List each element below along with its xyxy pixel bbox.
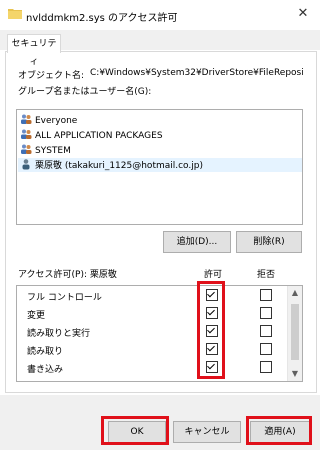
permission-name: 読み取りと実行 [27, 329, 91, 339]
scroll-up-icon[interactable]: ▲ [288, 286, 302, 300]
apply-highlight [246, 416, 312, 445]
add-button[interactable]: 追加(D)... [163, 231, 231, 253]
scroll-thumb[interactable] [291, 304, 299, 360]
principal-name: ALL APPLICATION PACKAGES [35, 131, 163, 141]
allow-column-highlight [197, 281, 225, 379]
window-title: nvlddmkm2.sys のアクセス許可 [26, 13, 178, 24]
folder-icon [8, 9, 22, 19]
permission-name: 書き込み [27, 365, 64, 375]
principal-name: SYSTEM [35, 146, 71, 156]
remove-button[interactable]: 削除(R) [236, 231, 302, 253]
list-item-selected[interactable]: 栗原敬 (takakuri_1125@hotmail.co.jp) [18, 158, 302, 172]
permission-row: 変更 [17, 304, 287, 322]
principal-name: 栗原敬 (takakuri_1125@hotmail.co.jp) [35, 161, 203, 171]
list-item[interactable]: ALL APPLICATION PACKAGES [20, 128, 163, 142]
principal-name: Everyone [35, 116, 78, 126]
group-icon [21, 114, 32, 124]
deny-checkbox[interactable] [260, 361, 272, 373]
ok-highlight [101, 416, 169, 445]
permission-name: 読み取り [27, 347, 64, 357]
permission-row: 読み取り [17, 340, 287, 358]
user-icon [22, 159, 30, 170]
list-item[interactable]: SYSTEM [20, 143, 71, 157]
principals-list[interactable]: Everyone ALL APPLICATION PACKAGES SYSTEM… [16, 109, 303, 225]
group-icon [21, 129, 32, 139]
deny-checkbox[interactable] [260, 307, 272, 319]
deny-checkbox[interactable] [260, 343, 272, 355]
group-list-label: グループ名またはユーザー名(G): [18, 87, 152, 97]
cancel-button[interactable]: キャンセル [173, 421, 241, 443]
group-icon [21, 144, 32, 154]
tab-security[interactable]: セキュリティ [7, 34, 61, 67]
object-name-value: C:¥Windows¥System32¥DriverStore¥FileRepo… [90, 68, 303, 78]
close-icon[interactable]: ✕ [292, 4, 314, 24]
allow-column-header: 許可 [204, 270, 223, 280]
permission-row: 書き込み [17, 358, 287, 376]
title-bar: nvlddmkm2.sys のアクセス許可 ✕ [0, 0, 320, 30]
list-item[interactable]: Everyone [20, 113, 77, 127]
permission-name: 変更 [27, 311, 46, 321]
object-name-label: オブジェクト名: [18, 71, 85, 81]
permissions-scrollbar[interactable]: ▲ ▼ [287, 286, 302, 381]
permission-name: フル コントロール [27, 293, 102, 303]
deny-checkbox[interactable] [260, 289, 272, 301]
deny-checkbox[interactable] [260, 325, 272, 337]
permission-row: 読み取りと実行 [17, 322, 287, 340]
scroll-down-icon[interactable]: ▼ [288, 367, 302, 381]
deny-column-header: 拒否 [257, 270, 276, 280]
permission-row: フル コントロール [17, 286, 287, 304]
permissions-label: アクセス許可(P): 栗原敬 [18, 270, 117, 280]
permissions-list[interactable]: フル コントロール 変更 読み取りと実行 読み取り 書き込み ▲ ▼ [16, 285, 303, 382]
